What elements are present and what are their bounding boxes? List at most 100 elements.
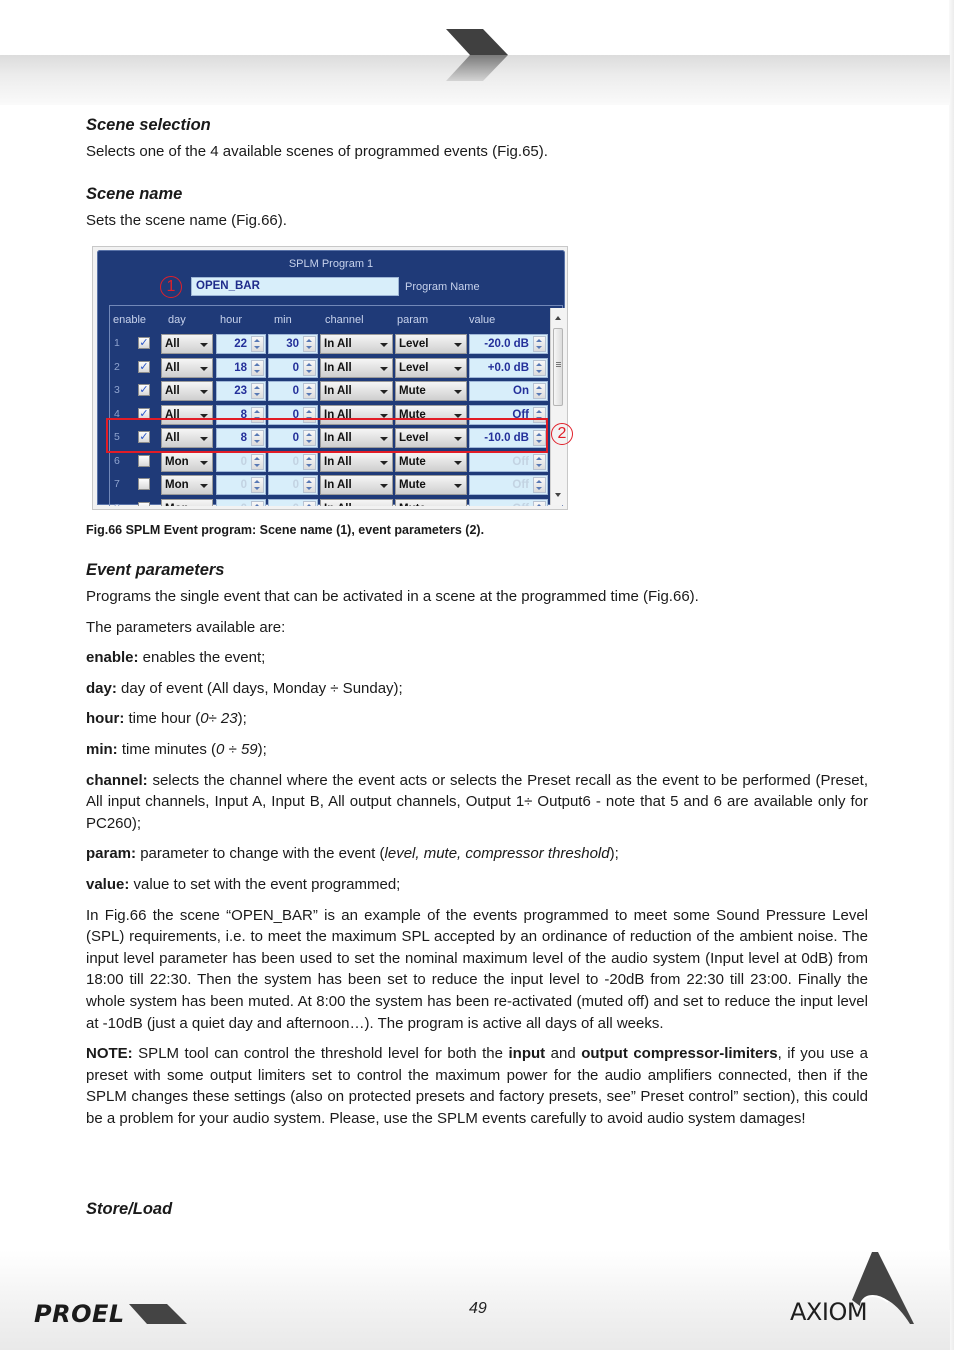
- spin-arrows-icon[interactable]: [533, 336, 546, 352]
- spin-arrows-icon[interactable]: [303, 359, 316, 376]
- day-dropdown[interactable]: Mon: [161, 498, 213, 506]
- param-dropdown[interactable]: Mute: [395, 381, 467, 401]
- hour-spinbox[interactable]: 0: [216, 475, 266, 495]
- spin-arrows-icon[interactable]: [251, 453, 264, 470]
- spin-arrows-icon[interactable]: [533, 359, 546, 376]
- value-spinbox[interactable]: Off: [469, 451, 548, 472]
- program-name-input[interactable]: OPEN_BAR: [191, 277, 399, 296]
- hour-value: 0: [241, 503, 247, 507]
- param-text-end: );: [257, 740, 267, 758]
- axiom-logo: AXIOM: [788, 1250, 916, 1331]
- section-event-parameters: Event parameters Programs the single eve…: [86, 561, 868, 1129]
- hour-spinbox[interactable]: 23: [216, 381, 266, 401]
- channel-dropdown[interactable]: In All: [320, 475, 393, 495]
- min-spinbox[interactable]: 0: [268, 498, 318, 507]
- param-text: selects the channel where the event acts…: [86, 771, 868, 832]
- event-row: 6 Mon 0 0 In All Mute Off: [110, 451, 550, 473]
- page-edge: [949, 0, 954, 1350]
- enable-checkbox[interactable]: ✓: [138, 360, 150, 373]
- min-spinbox[interactable]: 0: [268, 451, 318, 472]
- day-dropdown[interactable]: All: [161, 381, 213, 401]
- channel-value: In All: [324, 361, 352, 374]
- channel-dropdown[interactable]: In All: [320, 451, 393, 472]
- section-title: Store/Load: [86, 1200, 173, 1218]
- spin-arrows-icon[interactable]: [533, 383, 546, 399]
- spin-arrows-icon[interactable]: [251, 383, 264, 399]
- chevron-down-icon: [454, 366, 462, 371]
- example-paragraph: In Fig.66 the scene “OPEN_BAR” is an exa…: [86, 906, 868, 1032]
- hour-spinbox[interactable]: 22: [216, 334, 266, 354]
- param-text: parameter to change with the event (: [136, 845, 385, 863]
- spin-arrows-icon[interactable]: [303, 477, 316, 493]
- min-spinbox[interactable]: 0: [268, 475, 318, 495]
- enable-checkbox[interactable]: ✓: [138, 337, 150, 349]
- spin-arrows-icon[interactable]: [303, 500, 316, 506]
- channel-dropdown[interactable]: In All: [320, 381, 393, 401]
- spin-arrows-icon[interactable]: [533, 477, 546, 493]
- chevron-down-icon: [380, 460, 388, 465]
- enable-checkbox[interactable]: [138, 501, 150, 506]
- param-dropdown[interactable]: Mute: [395, 498, 467, 506]
- col-channel: channel: [325, 314, 364, 326]
- hour-spinbox[interactable]: 18: [216, 357, 266, 378]
- scroll-thumb[interactable]: [553, 328, 563, 406]
- enable-checkbox[interactable]: ✓: [138, 384, 150, 396]
- hour-spinbox[interactable]: 0: [216, 451, 266, 472]
- scroll-down-icon[interactable]: [555, 493, 561, 497]
- channel-dropdown[interactable]: In All: [320, 498, 393, 506]
- event-row: 8 Mon 0 0 In All Mute Off: [110, 498, 550, 507]
- chevron-down-icon: [454, 390, 462, 394]
- param-dropdown[interactable]: Mute: [395, 475, 467, 495]
- spin-arrows-icon[interactable]: [303, 383, 316, 399]
- channel-dropdown[interactable]: In All: [320, 334, 393, 354]
- param-param: param: parameter to change with the even…: [86, 843, 868, 865]
- min-spinbox[interactable]: 30: [268, 334, 318, 354]
- min-spinbox[interactable]: 0: [268, 357, 318, 378]
- note-text: and: [545, 1045, 582, 1063]
- section-body: Sets the scene name (Fig.66).: [86, 212, 287, 229]
- spin-arrows-icon[interactable]: [533, 500, 546, 506]
- spin-arrows-icon[interactable]: [533, 453, 546, 470]
- col-hour: hour: [220, 314, 243, 326]
- day-value: All: [165, 361, 180, 374]
- day-dropdown[interactable]: Mon: [161, 451, 213, 472]
- min-value: 0: [293, 503, 299, 507]
- spin-arrows-icon[interactable]: [303, 336, 316, 352]
- spin-arrows-icon[interactable]: [251, 477, 264, 493]
- grid-scrollbar[interactable]: [550, 308, 566, 505]
- enable-checkbox[interactable]: [138, 478, 150, 490]
- chevron-down-icon: [200, 484, 208, 488]
- channel-dropdown[interactable]: In All: [320, 357, 393, 378]
- min-spinbox[interactable]: 0: [268, 381, 318, 401]
- note-text: SPLM tool can control the threshold leve…: [132, 1045, 509, 1063]
- day-value: Mon: [165, 479, 189, 491]
- callout-1: 1: [160, 276, 182, 298]
- value-spinbox[interactable]: -20.0 dB: [469, 334, 548, 354]
- param-dropdown[interactable]: Mute: [395, 451, 467, 472]
- row-index: 2: [114, 360, 120, 373]
- scroll-up-icon[interactable]: [555, 316, 561, 320]
- value-spinbox[interactable]: On: [469, 381, 548, 401]
- channel-value: In All: [324, 385, 352, 397]
- day-dropdown[interactable]: All: [161, 357, 213, 378]
- day-dropdown[interactable]: Mon: [161, 475, 213, 495]
- value-spinbox[interactable]: +0.0 dB: [469, 357, 548, 378]
- day-dropdown[interactable]: All: [161, 334, 213, 354]
- param-text: time minutes (: [117, 740, 217, 758]
- param-dropdown[interactable]: Level: [395, 334, 467, 354]
- event-row: 2 ✓ All 18 0 In All Level +0.0 dB: [110, 357, 550, 379]
- value-spinbox[interactable]: Off: [469, 475, 548, 495]
- spin-arrows-icon[interactable]: [251, 336, 264, 352]
- enable-checkbox[interactable]: [138, 454, 150, 467]
- spin-arrows-icon[interactable]: [303, 453, 316, 470]
- spin-arrows-icon[interactable]: [251, 500, 264, 506]
- note-bold-output: output compressor-limiters: [581, 1045, 778, 1063]
- hour-spinbox[interactable]: 0: [216, 498, 266, 507]
- value-spinbox[interactable]: Off: [469, 498, 548, 506]
- param-dropdown[interactable]: Level: [395, 357, 467, 378]
- figure-caption-block: Fig.66 SPLM Event program: Scene name (1…: [86, 523, 868, 537]
- value-value: Off: [512, 479, 529, 491]
- spin-arrows-icon[interactable]: [251, 359, 264, 376]
- grip-icon: [556, 362, 561, 363]
- param-range: 0 ÷ 59: [216, 740, 258, 758]
